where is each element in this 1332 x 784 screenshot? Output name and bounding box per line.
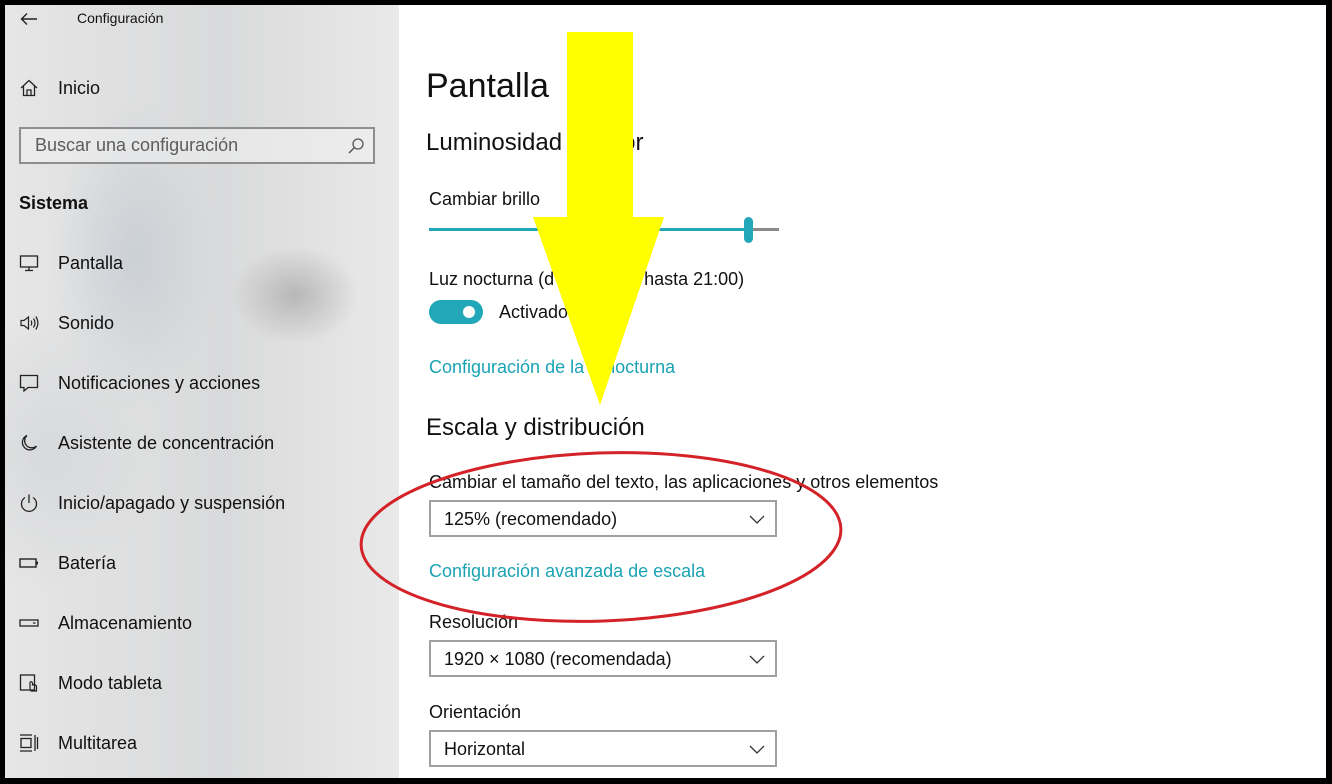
monitor-icon [19, 253, 39, 273]
night-light-link-start: Configuración de la [429, 357, 585, 377]
sidebar-item-asistente[interactable]: Asistente de concentración [5, 421, 399, 465]
brightness-heading-visible: Luminosidad [426, 129, 563, 156]
speaker-icon [19, 313, 39, 333]
scale-dropdown[interactable]: 125% (recomendado) [429, 500, 777, 537]
brightness-heading-tail: or [622, 129, 644, 156]
scale-layout-heading: Escala y distribución [426, 414, 645, 441]
power-icon [19, 493, 39, 513]
night-light-settings-link[interactable]: Configuración de la z nocturna [429, 357, 675, 378]
scale-label: Cambiar el tamaño del texto, las aplicac… [429, 472, 939, 492]
sidebar-item-home[interactable]: Inicio [5, 66, 399, 110]
toggle-knob [463, 306, 475, 318]
battery-icon [19, 553, 39, 573]
night-light-label: Luz nocturna (d hasta 21:00) [429, 269, 744, 290]
sidebar-item-sonido[interactable]: Sonido [5, 301, 399, 345]
slider-thumb[interactable] [744, 217, 753, 243]
night-light-label-start: Luz nocturna (d [429, 269, 555, 289]
app-title: Configuración [77, 10, 164, 26]
orientation-dropdown[interactable]: Horizontal [429, 730, 777, 767]
night-light-label-end: hasta 21:00) [644, 269, 745, 289]
orientation-dropdown-value: Horizontal [444, 739, 526, 759]
resolution-label: Resolución [429, 612, 519, 632]
sidebar-item-label: Sonido [58, 312, 115, 333]
back-arrow-icon [20, 13, 37, 25]
sidebar-item-label: Modo tableta [58, 672, 163, 693]
orientation-label: Orientación [429, 702, 522, 722]
tablet-mode-icon [19, 673, 39, 693]
back-button[interactable] [17, 7, 41, 31]
sidebar-item-label: Inicio [58, 77, 101, 98]
sidebar-item-pantalla[interactable]: Pantalla [5, 241, 399, 285]
sidebar-item-label: Almacenamiento [58, 612, 193, 633]
sidebar-item-multitarea[interactable]: Multitarea [5, 721, 399, 765]
resolution-dropdown[interactable]: 1920 × 1080 (recomendada) [429, 640, 777, 677]
scale-dropdown-value: 125% (recomendado) [444, 509, 618, 529]
multitasking-icon [19, 733, 39, 753]
chevron-down-icon [749, 655, 765, 664]
main-content: Pantalla Luminosidad or Cambiar brillo Lu… [399, 5, 1326, 778]
brightness-color-heading: Luminosidad or [426, 129, 643, 157]
search-icon [348, 138, 364, 154]
sidebar-item-label: Inicio/apagado y suspensión [58, 492, 286, 513]
sidebar-item-notificaciones[interactable]: Notificaciones y acciones [5, 361, 399, 405]
sidebar: Configuración Inicio Sistema Pantalla [5, 5, 399, 778]
sidebar-item-bateria[interactable]: Batería [5, 541, 399, 585]
sidebar-item-label: Notificaciones y acciones [58, 372, 261, 393]
slider-fill [429, 228, 748, 231]
settings-window: Configuración Inicio Sistema Pantalla [5, 5, 1326, 778]
search-input[interactable] [21, 129, 345, 162]
notification-icon [19, 373, 39, 393]
brightness-label: Cambiar brillo [429, 189, 541, 209]
sidebar-item-label: Asistente de concentración [58, 432, 275, 453]
chevron-down-icon [749, 745, 765, 754]
sidebar-item-label: Multitarea [58, 732, 138, 753]
page-title: Pantalla [426, 67, 549, 105]
moon-icon [19, 433, 39, 453]
night-light-toggle[interactable] [429, 300, 483, 324]
slider-track [752, 228, 779, 231]
storage-icon [19, 613, 39, 633]
section-title: Sistema [19, 193, 89, 213]
resolution-dropdown-value: 1920 × 1080 (recomendada) [444, 649, 672, 669]
night-light-link-end: z nocturna [591, 357, 676, 377]
home-icon [19, 78, 39, 98]
brightness-slider[interactable] [429, 217, 779, 243]
sidebar-item-label: Pantalla [58, 252, 124, 273]
sidebar-item-label: Batería [58, 552, 117, 573]
sidebar-item-almacenamiento[interactable]: Almacenamiento [5, 601, 399, 645]
search-box[interactable] [19, 127, 375, 164]
advanced-scaling-link[interactable]: Configuración avanzada de escala [429, 561, 705, 582]
sidebar-item-inicio-apagado[interactable]: Inicio/apagado y suspensión [5, 481, 399, 525]
sidebar-item-modo-tableta[interactable]: Modo tableta [5, 661, 399, 705]
title-bar: Configuración [5, 5, 399, 33]
night-light-toggle-label: Activado [499, 302, 569, 322]
chevron-down-icon [749, 515, 765, 524]
